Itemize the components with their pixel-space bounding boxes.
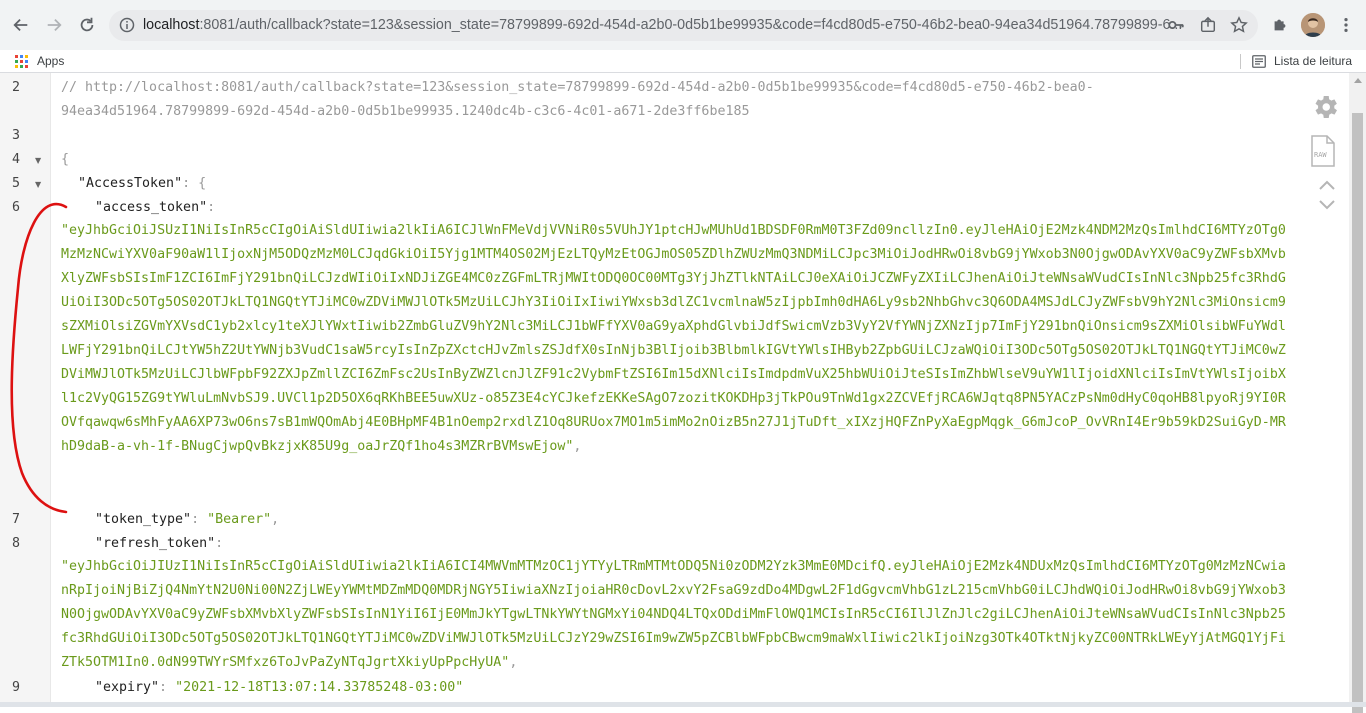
refresh-token-key: "refresh_token"	[95, 536, 216, 551]
avatar-icon	[1301, 13, 1325, 37]
reload-icon	[80, 17, 94, 32]
arrow-right-icon	[47, 18, 62, 32]
url-host: localhost	[143, 17, 200, 33]
line-number: 8	[11, 536, 20, 551]
profile-avatar[interactable]	[1301, 13, 1325, 37]
accesstoken-key: "AccessToken"	[78, 176, 183, 191]
refresh-token-string: "eyJhbGciOiJIUzI1NiIsInR5cCIgOiAiSldUIiw…	[61, 559, 1286, 670]
colon: :	[159, 680, 168, 695]
menu-button[interactable]	[1331, 10, 1361, 40]
arrow-left-icon	[13, 18, 28, 32]
comma: ,	[509, 655, 518, 670]
apps-grid-icon	[15, 54, 28, 68]
browser-toolbar: localhost:8081/auth/callback?state=123&s…	[0, 0, 1366, 50]
back-button[interactable]	[6, 10, 36, 40]
access-token-value: "eyJhbGciOiJSUzI1NiIsInR5cCIgOiAiSldUIiw…	[61, 219, 1286, 509]
chevron-up-icon[interactable]	[1318, 179, 1336, 191]
comma: ,	[271, 512, 280, 527]
access-token-line: "access_token":	[95, 200, 215, 215]
open-brace: {	[61, 152, 70, 167]
line-number: 9	[11, 680, 20, 695]
reading-list-label: Lista de leitura	[1274, 54, 1353, 68]
share-icon[interactable]	[1199, 16, 1217, 34]
apps-label: Apps	[37, 54, 65, 68]
annotation-bracket	[10, 203, 68, 514]
address-bar[interactable]: localhost:8081/auth/callback?state=123&s…	[109, 10, 1258, 41]
apps-shortcut[interactable]: Apps	[15, 50, 64, 72]
puzzle-icon	[1274, 19, 1286, 31]
info-icon[interactable]	[119, 17, 135, 33]
raw-button[interactable]: RAW	[1310, 135, 1336, 167]
forward-button[interactable]	[39, 10, 69, 40]
token-type-key: "token_type"	[95, 512, 192, 527]
colon: :	[207, 200, 216, 215]
scrollbar-thumb[interactable]	[1352, 113, 1363, 713]
access-token-string: "eyJhbGciOiJSUzI1NiIsInR5cCIgOiAiSldUIiw…	[61, 223, 1286, 454]
token-type-line: "token_type": "Bearer",	[95, 512, 279, 527]
scroll-up-arrow[interactable]	[1349, 73, 1366, 87]
comment-line-continued: 94ea34d51964.78799899-692d-454d-a2b0-0d5…	[61, 104, 750, 119]
token-type-value: "Bearer"	[207, 512, 272, 527]
expiry-key: "expiry"	[95, 680, 160, 695]
line-number: 3	[11, 128, 20, 143]
refresh-token-line: "refresh_token":	[95, 536, 223, 551]
fold-toggle-icon[interactable]: ▼	[35, 180, 41, 189]
access-token-key: "access_token"	[95, 200, 208, 215]
line-number: 4	[11, 152, 20, 167]
status-strip	[0, 702, 1366, 707]
triangle-up-icon	[1353, 77, 1362, 83]
colon: :	[191, 512, 200, 527]
bookmarks-bar: Apps Lista de leitura	[0, 50, 1366, 73]
extensions-button[interactable]	[1265, 10, 1295, 40]
json-viewer: 2 3 4 5 6 7 8 9 ▼ ▼ // http://localhost:…	[0, 73, 1366, 713]
line-number: 2	[11, 80, 20, 95]
fold-toggle-icon[interactable]: ▼	[35, 156, 41, 165]
line-number: 5	[11, 176, 20, 191]
accesstoken-line: "AccessToken": {	[78, 176, 206, 191]
bookmarks-divider	[1240, 54, 1241, 69]
colon-brace: : {	[182, 176, 207, 191]
expiry-value: "2021-12-18T13:07:14.33785248-03:00"	[175, 680, 464, 695]
star-icon[interactable]	[1230, 16, 1248, 34]
comment-line: // http://localhost:8081/auth/callback?s…	[61, 80, 1094, 95]
reading-list-icon	[1252, 54, 1266, 68]
settings-gear-icon[interactable]	[1310, 92, 1340, 122]
url-text[interactable]: localhost:8081/auth/callback?state=123&s…	[143, 10, 1193, 41]
colon: :	[215, 536, 224, 551]
kebab-menu-icon	[1344, 17, 1348, 33]
reload-button[interactable]	[72, 10, 102, 40]
refresh-token-value: "eyJhbGciOiJIUzI1NiIsInR5cCIgOiAiSldUIiw…	[61, 555, 1286, 677]
reading-list-button[interactable]: Lista de leitura	[1252, 50, 1352, 72]
expiry-line: "expiry": "2021-12-18T13:07:14.33785248-…	[95, 680, 463, 695]
key-icon[interactable]	[1167, 16, 1185, 34]
comma: ,	[573, 439, 582, 454]
raw-label: RAW	[1314, 151, 1327, 159]
chevron-down-icon[interactable]	[1318, 199, 1336, 211]
url-path: :8081/auth/callback?state=123&session_st…	[199, 17, 1183, 33]
